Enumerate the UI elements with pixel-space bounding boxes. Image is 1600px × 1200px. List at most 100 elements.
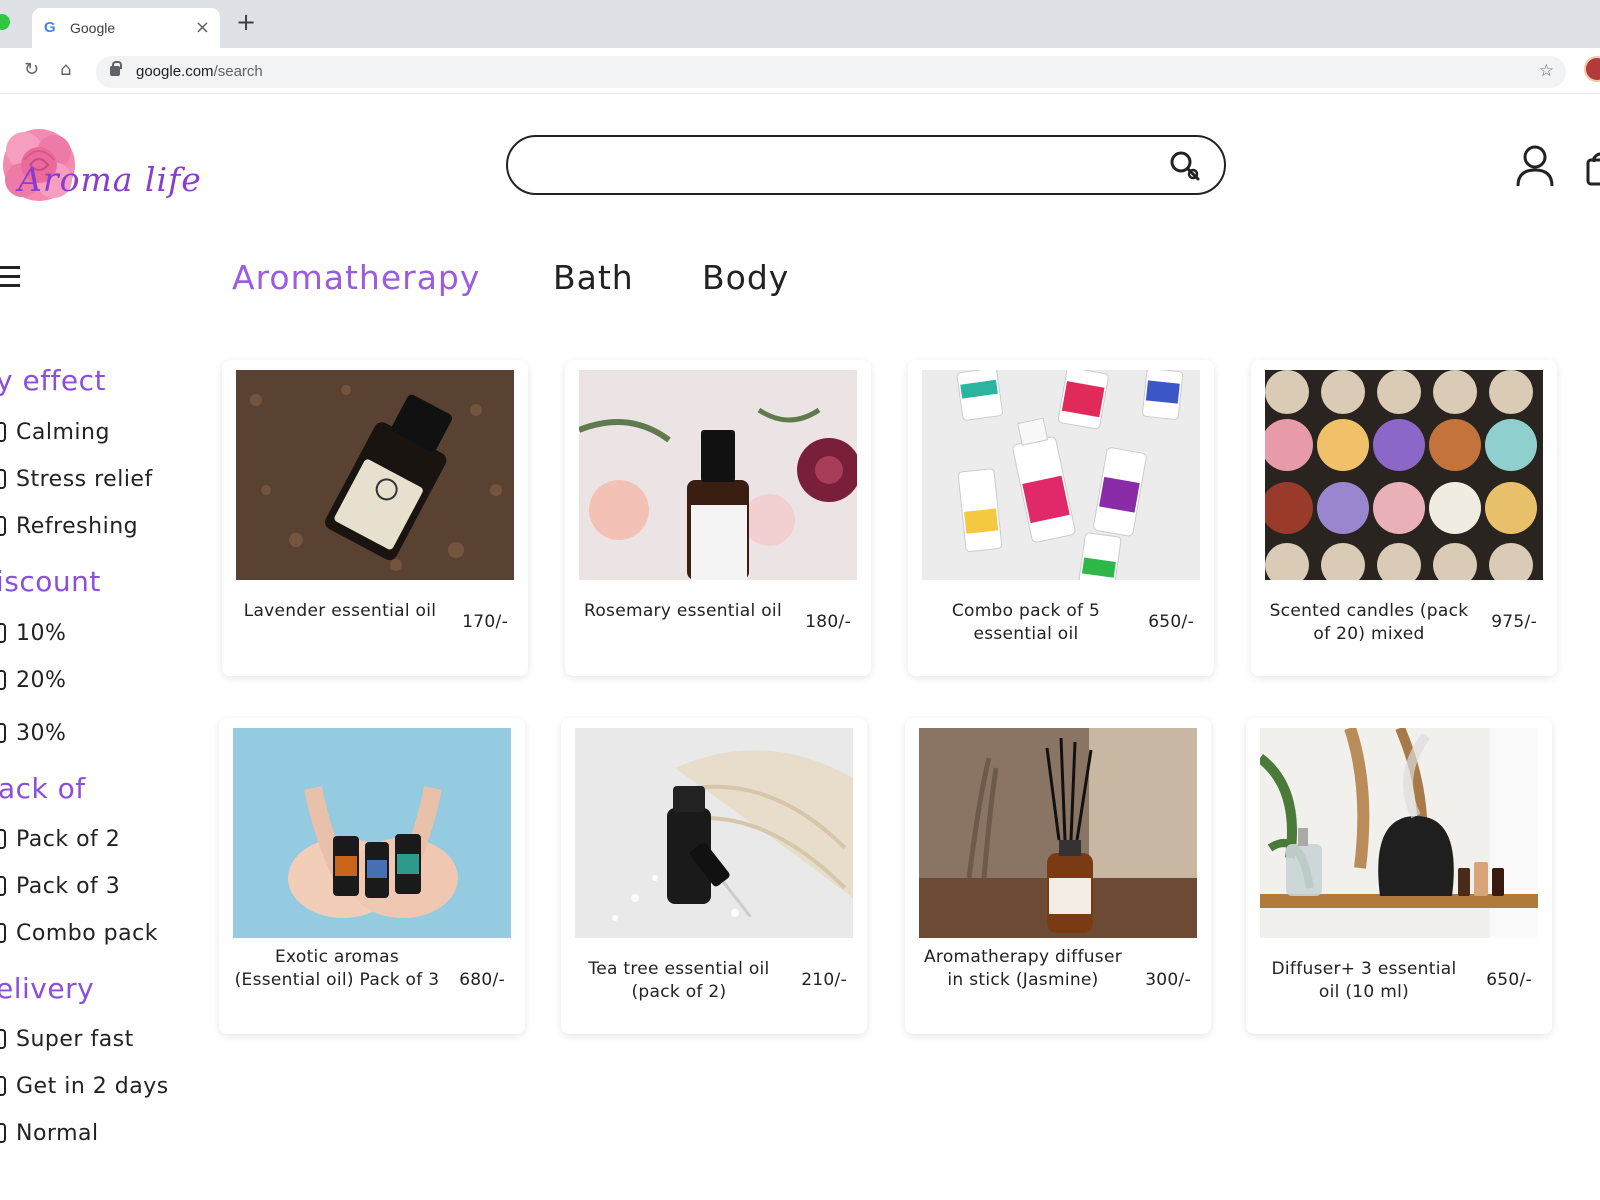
home-icon[interactable]: ⌂ xyxy=(60,59,71,81)
tab-title: Google xyxy=(70,20,116,36)
filter-option-label: Calming xyxy=(16,420,110,445)
checkbox[interactable] xyxy=(0,876,6,896)
filter-option-label: Stress relief xyxy=(16,467,153,492)
product-image-exotic-aromas[interactable] xyxy=(233,728,511,938)
filter-option-combo-pack[interactable]: Combo pack xyxy=(0,921,158,946)
product-card[interactable]: Lavender essential oil 170/- xyxy=(222,360,528,676)
product-name[interactable]: Lavender essential oil xyxy=(236,600,444,623)
product-name[interactable]: Exotic aromas (Essential oil) Pack of 3 xyxy=(233,946,441,992)
filter-option-label: 10% xyxy=(16,621,67,646)
filter-option-label: Refreshing xyxy=(16,514,139,539)
filter-option-2-days[interactable]: Get in 2 days xyxy=(0,1074,169,1099)
filter-option-label: Super fast xyxy=(16,1027,134,1052)
url-domain: google.com xyxy=(136,63,214,80)
product-price: 300/- xyxy=(1145,970,1191,990)
hamburger-menu-icon[interactable] xyxy=(0,266,20,288)
filter-option-label: Pack of 2 xyxy=(16,827,121,852)
filter-option-label: Normal xyxy=(16,1121,99,1146)
filter-option-label: Get in 2 days xyxy=(16,1074,169,1099)
url-path: /search xyxy=(213,63,263,80)
close-tab-icon[interactable]: × xyxy=(195,17,210,38)
checkbox[interactable] xyxy=(0,670,6,690)
filter-heading-discount: iscount xyxy=(0,565,101,598)
checkbox[interactable] xyxy=(0,422,6,442)
checkbox[interactable] xyxy=(0,623,6,643)
forward-icon[interactable]: › xyxy=(0,59,1,81)
filter-option-label: Combo pack xyxy=(16,921,158,946)
google-favicon-icon: G xyxy=(44,19,56,36)
checkbox[interactable] xyxy=(0,1029,6,1049)
profile-avatar[interactable] xyxy=(1584,56,1600,82)
filter-option-label: 30% xyxy=(16,721,67,746)
filter-option-normal[interactable]: Normal xyxy=(0,1121,99,1146)
browser-toolbar: › ↻ ⌂ google.com/search ☆ xyxy=(0,48,1600,94)
product-name[interactable]: Scented candles (pack of 20) mixed xyxy=(1265,600,1473,646)
product-card[interactable]: Combo pack of 5 essential oil 650/- xyxy=(908,360,1214,676)
product-image-diffuser-set[interactable] xyxy=(1260,728,1538,938)
filter-option-super-fast[interactable]: Super fast xyxy=(0,1027,134,1052)
product-card[interactable]: Exotic aromas (Essential oil) Pack of 3 … xyxy=(219,718,525,1034)
product-price: 180/- xyxy=(805,612,851,632)
cart-icon[interactable] xyxy=(1585,150,1600,186)
window-maximize-dot[interactable] xyxy=(0,14,10,30)
product-price: 650/- xyxy=(1148,612,1194,632)
url-text[interactable]: google.com/search xyxy=(136,63,263,80)
product-image-lavender[interactable] xyxy=(236,370,514,580)
site-logo[interactable]: Aroma life xyxy=(0,120,204,210)
product-image-rosemary[interactable] xyxy=(579,370,857,580)
product-card[interactable]: Diffuser+ 3 essential oil (10 ml) 650/- xyxy=(1246,718,1552,1034)
product-price: 210/- xyxy=(801,970,847,990)
lock-icon xyxy=(110,61,122,76)
filter-option-label: 20% xyxy=(16,668,67,693)
category-tab-bath[interactable]: Bath xyxy=(553,258,634,297)
product-image-scented-candles[interactable] xyxy=(1265,370,1543,580)
browser-tab[interactable]: G Google × xyxy=(32,8,220,48)
filter-option-20[interactable]: 20% xyxy=(0,668,66,693)
product-price: 680/- xyxy=(459,970,505,990)
filter-option-30[interactable]: 30% xyxy=(0,721,66,746)
address-bar[interactable]: google.com/search ☆ xyxy=(96,56,1566,88)
filter-option-stress-relief[interactable]: Stress relief xyxy=(0,467,153,492)
checkbox[interactable] xyxy=(0,469,6,489)
product-price: 975/- xyxy=(1491,612,1537,632)
filter-option-calming[interactable]: Calming xyxy=(0,420,110,445)
product-card[interactable]: Scented candles (pack of 20) mixed 975/- xyxy=(1251,360,1557,676)
search-icon[interactable] xyxy=(1168,149,1202,183)
product-card[interactable]: Rosemary essential oil 180/- xyxy=(565,360,871,676)
checkbox[interactable] xyxy=(0,829,6,849)
bookmark-star-icon[interactable]: ☆ xyxy=(1539,61,1554,81)
checkbox[interactable] xyxy=(0,723,6,743)
product-image-reed-diffuser[interactable] xyxy=(919,728,1197,938)
filter-option-pack-of-3[interactable]: Pack of 3 xyxy=(0,874,120,899)
checkbox[interactable] xyxy=(0,1076,6,1096)
search-input[interactable] xyxy=(528,147,1128,183)
checkbox[interactable] xyxy=(0,516,6,536)
product-card[interactable]: Tea tree essential oil (pack of 2) 210/- xyxy=(561,718,867,1034)
checkbox[interactable] xyxy=(0,923,6,943)
logo-text: Aroma life xyxy=(18,160,202,199)
filter-option-pack-of-2[interactable]: Pack of 2 xyxy=(0,827,120,852)
product-card[interactable]: Aromatherapy diffuser in stick (Jasmine)… xyxy=(905,718,1211,1034)
product-price: 170/- xyxy=(462,612,508,632)
product-image-tea-tree[interactable] xyxy=(575,728,853,938)
new-tab-icon[interactable]: + xyxy=(236,10,256,34)
product-name[interactable]: Combo pack of 5 essential oil xyxy=(922,600,1130,646)
category-tab-aromatherapy[interactable]: Aromatherapy xyxy=(232,258,480,297)
product-image-combo-pack[interactable] xyxy=(922,370,1200,580)
filter-option-label: Pack of 3 xyxy=(16,874,121,899)
user-icon[interactable] xyxy=(1515,144,1555,188)
category-tab-body[interactable]: Body xyxy=(702,258,789,297)
product-price: 650/- xyxy=(1486,970,1532,990)
filter-option-refreshing[interactable]: Refreshing xyxy=(0,514,138,539)
product-name[interactable]: Aromatherapy diffuser in stick (Jasmine) xyxy=(919,946,1127,992)
product-name[interactable]: Tea tree essential oil (pack of 2) xyxy=(575,958,783,1004)
product-name[interactable]: Rosemary essential oil xyxy=(579,600,787,623)
checkbox[interactable] xyxy=(0,1123,6,1143)
search-bar[interactable] xyxy=(506,135,1226,195)
filter-option-10[interactable]: 10% xyxy=(0,621,66,646)
filter-heading-delivery: elivery xyxy=(0,972,95,1005)
reload-icon[interactable]: ↻ xyxy=(24,59,39,81)
filter-heading-effect: y effect xyxy=(0,364,107,397)
product-name[interactable]: Diffuser+ 3 essential oil (10 ml) xyxy=(1260,958,1468,1004)
filter-heading-pack: ack of xyxy=(0,772,86,805)
